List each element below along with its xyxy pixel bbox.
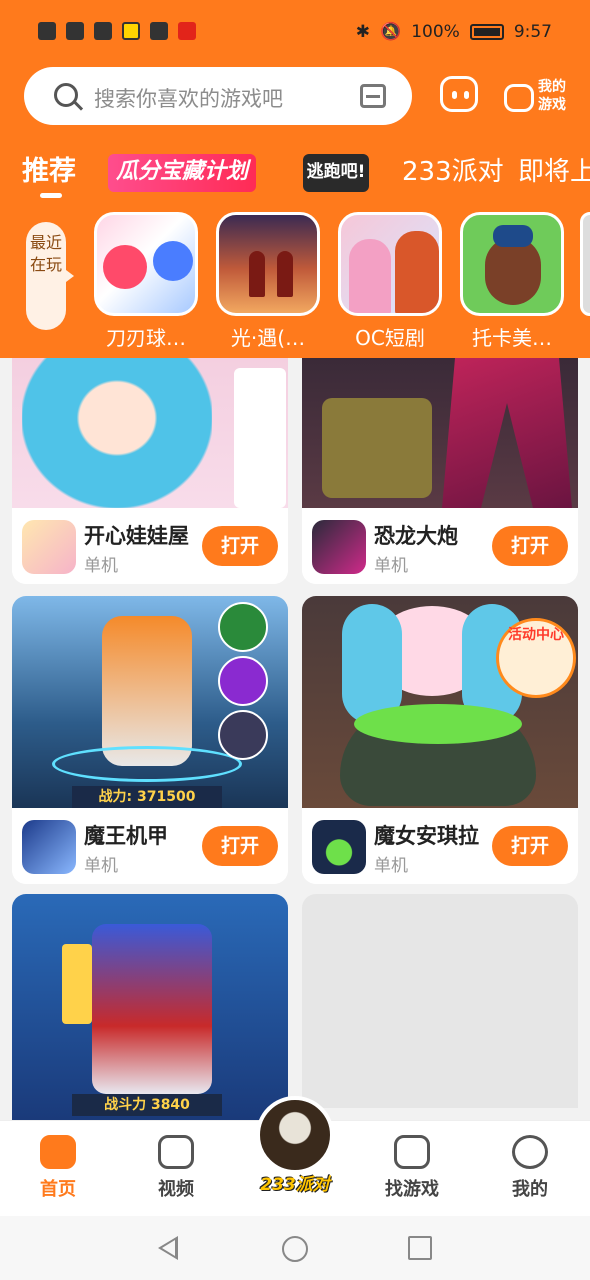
game-card[interactable]: 开心娃娃屋 单机 打开 — [12, 358, 288, 584]
game-card[interactable]: 恐龙大炮 单机 打开 — [302, 358, 578, 584]
tab-active-indicator — [40, 193, 62, 198]
status-icons-left — [38, 22, 196, 40]
tab-recommend[interactable]: 推荐 — [22, 150, 76, 196]
game-icon — [22, 520, 76, 574]
back-icon[interactable] — [158, 1236, 178, 1260]
recent-played: 最近在玩 刀刃球… 光·遇(… OC短剧 托卡美… — [0, 212, 590, 358]
game-image: 活动中心 — [302, 596, 578, 808]
open-button[interactable]: 打开 — [492, 826, 568, 866]
game-tag: 单机 — [374, 556, 408, 576]
tab-treasure-plan[interactable]: 瓜分宝藏计划 — [108, 154, 256, 192]
game-icon — [22, 820, 76, 874]
nav-label: 首页 — [40, 1179, 76, 1200]
open-button[interactable]: 打开 — [492, 526, 568, 566]
game-card[interactable]: 战斗力 3840 — [12, 894, 288, 1120]
nav-home[interactable]: 首页 — [18, 1135, 98, 1201]
recent-item[interactable]: 托卡美… — [460, 212, 564, 351]
system-nav-bar — [0, 1216, 590, 1280]
recent-thumb — [338, 212, 442, 316]
recent-name: 光·遇(… — [230, 326, 306, 350]
app-badge-icon — [178, 22, 196, 40]
recent-item[interactable] — [580, 212, 590, 316]
my-games-button[interactable]: 我的游戏 — [504, 78, 574, 118]
game-image — [302, 358, 578, 508]
scan-icon[interactable] — [360, 84, 386, 108]
battery-percent: 100% — [411, 22, 460, 42]
chat-icon[interactable] — [440, 76, 478, 112]
game-tag: 单机 — [84, 856, 118, 876]
signal-icon — [38, 22, 56, 40]
battery-saver-icon — [150, 22, 168, 40]
status-icons-right: ✱ 🔕 100% 9:57 — [356, 22, 552, 42]
game-image: 战斗力 3840 — [12, 894, 288, 1120]
game-name: 恐龙大炮 — [374, 524, 458, 548]
play-icon — [158, 1135, 194, 1169]
nav-label: 233派对 — [260, 1175, 330, 1195]
game-image: 战力: 371500 — [12, 596, 288, 808]
recent-thumb — [580, 212, 590, 316]
game-image — [12, 358, 288, 508]
event-center-badge[interactable]: 活动中心 — [498, 624, 574, 644]
game-tag: 单机 — [84, 556, 118, 576]
status-bar: ✱ 🔕 100% 9:57 — [0, 0, 590, 66]
recent-name: 刀刃球… — [106, 326, 186, 350]
wifi-icon — [66, 22, 84, 40]
list-icon — [394, 1135, 430, 1169]
game-name: 魔王机甲 — [84, 824, 168, 848]
battery-icon — [469, 24, 504, 40]
tab-233-party[interactable]: 233派对 — [402, 150, 504, 196]
recent-thumb — [94, 212, 198, 316]
recent-thumb — [460, 212, 564, 316]
search-icon — [54, 83, 78, 107]
tab-coming-soon[interactable]: 即将上 — [518, 150, 590, 196]
recent-apps-icon[interactable] — [408, 1236, 432, 1260]
search-bar[interactable]: 搜索你喜欢的游戏吧 — [24, 67, 412, 125]
controller-icon — [504, 84, 534, 112]
search-placeholder: 搜索你喜欢的游戏吧 — [94, 87, 283, 111]
recent-thumb — [216, 212, 320, 316]
game-name: 魔女安琪拉 — [374, 824, 479, 848]
game-info: 魔女安琪拉 单机 打开 — [302, 808, 578, 884]
category-tabs: 推荐 瓜分宝藏计划 逃跑吧! 233派对 即将上 — [0, 150, 590, 200]
recent-label: 最近在玩 — [26, 222, 74, 330]
open-button[interactable]: 打开 — [202, 526, 278, 566]
nav-233-party[interactable]: 233派对 — [252, 1096, 338, 1200]
power-label: 战力: 371500 — [72, 786, 222, 808]
game-info: 魔王机甲 单机 打开 — [12, 808, 288, 884]
nav-label: 找游戏 — [385, 1179, 439, 1200]
nav-video[interactable]: 视频 — [136, 1135, 216, 1201]
header: ✱ 🔕 100% 9:57 搜索你喜欢的游戏吧 我的游戏 推荐 瓜分宝藏计划 逃… — [0, 0, 590, 358]
nav-find-games[interactable]: 找游戏 — [372, 1135, 452, 1201]
game-icon — [312, 520, 366, 574]
recent-item[interactable]: OC短剧 — [338, 212, 442, 351]
game-info: 恐龙大炮 单机 打开 — [302, 508, 578, 584]
my-games-label: 我的游戏 — [538, 79, 566, 113]
game-card[interactable]: 战力: 371500 魔王机甲 单机 打开 — [12, 596, 288, 884]
game-info: 开心娃娃屋 单机 打开 — [12, 508, 288, 584]
power-label: 战斗力 3840 — [72, 1094, 222, 1116]
home-icon[interactable] — [282, 1236, 308, 1262]
mute-icon: 🔕 — [380, 22, 402, 42]
recent-name: 托卡美… — [472, 326, 552, 350]
bluetooth-icon: ✱ — [355, 22, 371, 42]
open-button[interactable]: 打开 — [202, 826, 278, 866]
loading-placeholder — [302, 894, 578, 1108]
clock: 9:57 — [513, 22, 552, 42]
face-icon — [512, 1135, 548, 1169]
recent-item[interactable]: 光·遇(… — [216, 212, 320, 351]
game-tag: 单机 — [374, 856, 408, 876]
video-icon — [94, 22, 112, 40]
game-name: 开心娃娃屋 — [84, 524, 189, 548]
game-card[interactable]: 活动中心 魔女安琪拉 单机 打开 — [302, 596, 578, 884]
nav-label: 我的 — [512, 1179, 548, 1200]
recent-name: OC短剧 — [355, 326, 425, 350]
app-notification-icon — [122, 22, 140, 40]
recent-item[interactable]: 刀刃球… — [94, 212, 198, 351]
game-icon — [312, 820, 366, 874]
nav-profile[interactable]: 我的 — [490, 1135, 570, 1201]
tab-run-away[interactable]: 逃跑吧! — [303, 154, 369, 192]
gamepad-icon — [40, 1135, 76, 1169]
party-avatar — [256, 1096, 334, 1174]
nav-label: 视频 — [158, 1179, 194, 1200]
